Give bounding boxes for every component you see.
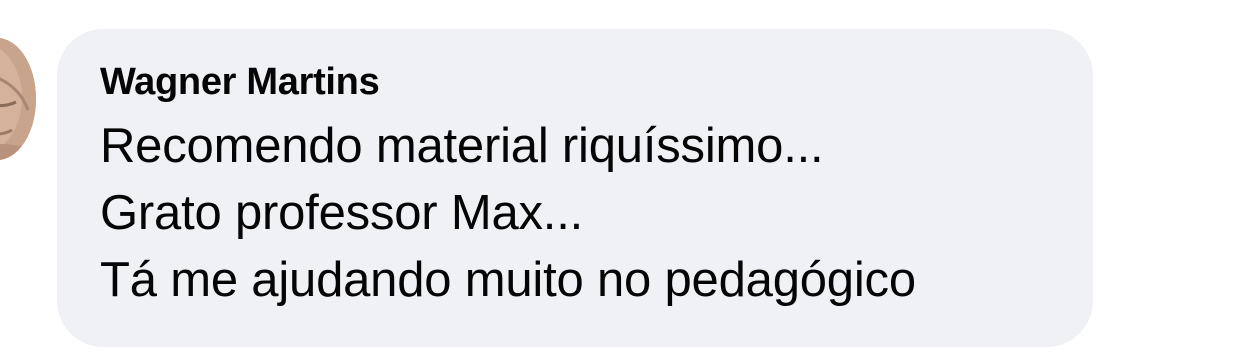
comment-text-line: Tá me ajudando muito no pedagógico xyxy=(100,253,916,307)
comment-text-line: Recomendo material riquíssimo... xyxy=(100,119,824,173)
author-avatar[interactable] xyxy=(0,38,36,160)
comment-author-name[interactable]: Wagner Martins xyxy=(100,59,1053,105)
avatar-photo-icon xyxy=(0,38,36,160)
comment-bubble: Wagner Martins Recomendo material riquís… xyxy=(57,29,1093,347)
comment-row: Wagner Martins Recomendo material riquís… xyxy=(0,0,1251,358)
comment-text-line: Grato professor Max... xyxy=(100,186,584,240)
